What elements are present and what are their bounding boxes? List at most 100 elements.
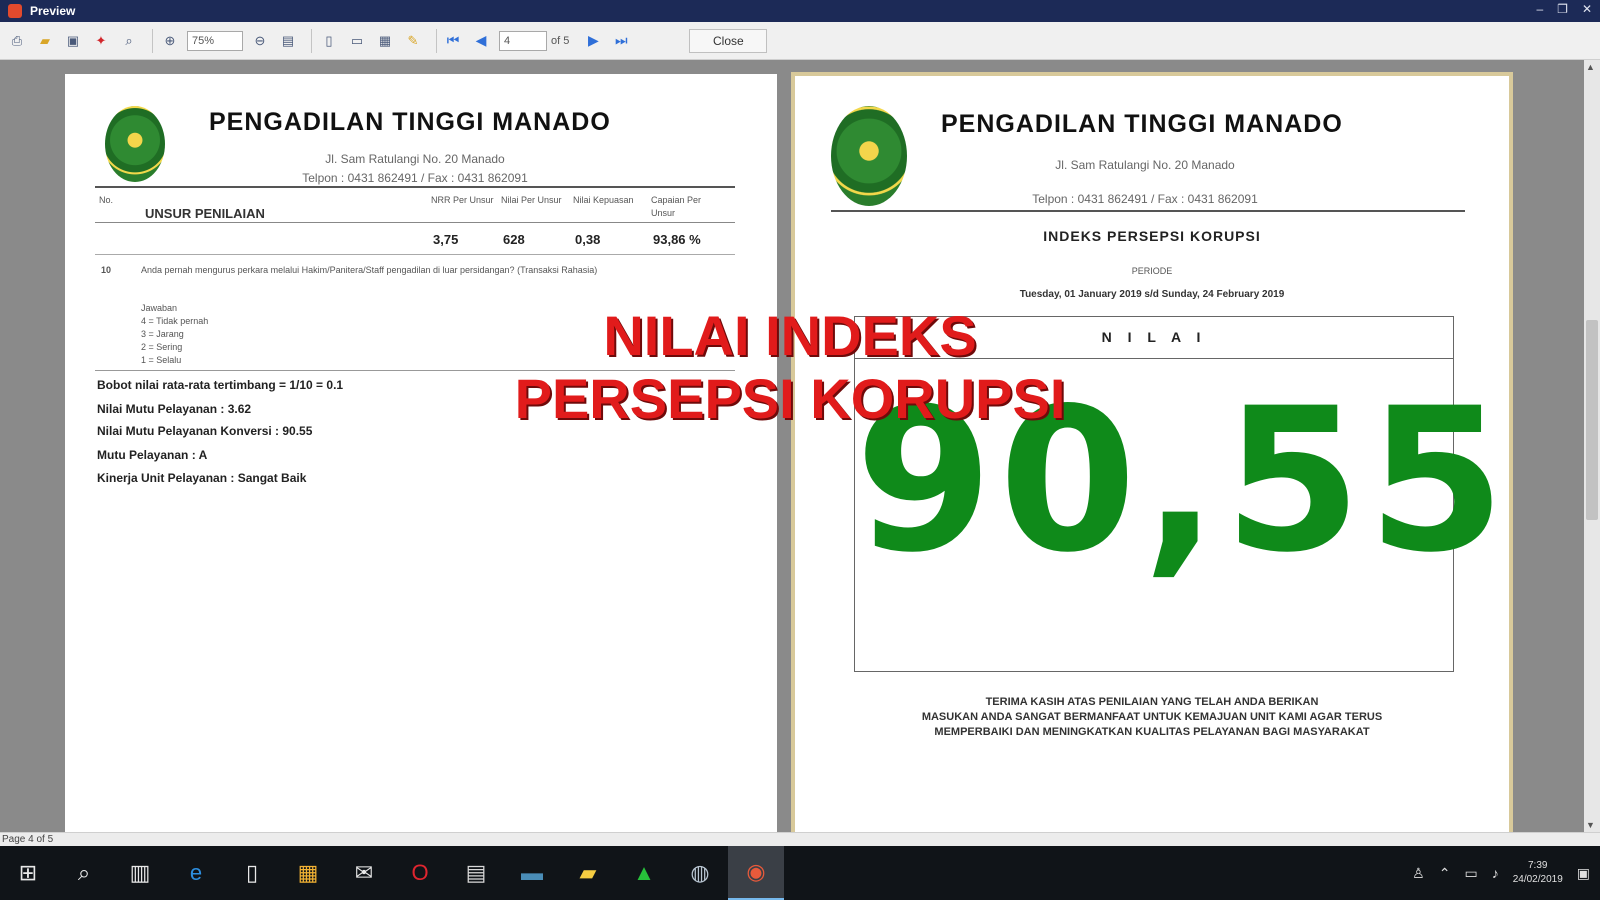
answer-item: 2 = Sering bbox=[141, 342, 183, 352]
task-view-icon[interactable]: ▥ bbox=[112, 846, 168, 900]
store-icon[interactable]: ▦ bbox=[280, 846, 336, 900]
clock-time: 7:39 bbox=[1528, 860, 1548, 871]
phone-text: Telpon : 0431 862491 / Fax : 0431 862091 bbox=[302, 171, 528, 185]
indeks-title: INDEKS PERSEPSI KORUPSI bbox=[1043, 228, 1261, 244]
page-count-label: of 5 bbox=[551, 34, 570, 47]
col-capaian-header: Capaian Per Unsur bbox=[651, 195, 702, 218]
col-no-header: No. bbox=[99, 195, 114, 205]
file-explorer-icon[interactable]: ▰ bbox=[560, 846, 616, 900]
toolbar-divider bbox=[311, 28, 312, 53]
network-icon[interactable]: ▭ bbox=[1464, 865, 1477, 882]
volume-icon[interactable]: ♪ bbox=[1492, 865, 1499, 881]
zoom-value: 75% bbox=[192, 34, 215, 47]
window-titlebar: Preview – ❐ ✕ bbox=[0, 0, 1600, 22]
close-window-icon[interactable]: ✕ bbox=[1582, 2, 1592, 16]
thanks-line: TERIMA KASIH ATAS PENILAIAN YANG TELAH A… bbox=[985, 696, 1319, 708]
zoom-select[interactable]: 75% bbox=[187, 30, 243, 51]
mail-icon[interactable]: ✉ bbox=[336, 846, 392, 900]
answer-item: 4 = Tidak pernah bbox=[141, 316, 209, 326]
summary-line: Bobot nilai rata-rata tertimbang = 1/10 … bbox=[97, 378, 344, 392]
prev-page-icon[interactable]: ◀ bbox=[471, 32, 491, 49]
page-title: PENGADILAN TINGGI MANADO bbox=[209, 108, 611, 136]
scroll-up-icon[interactable]: ▲ bbox=[1586, 62, 1595, 72]
kepuasan-value: 0,38 bbox=[575, 232, 601, 247]
opera-browser-icon[interactable]: O bbox=[392, 846, 448, 900]
col-unsur-header: UNSUR PENILAIAN bbox=[145, 206, 265, 221]
page-status-text: Page 4 of 5 bbox=[2, 834, 54, 845]
col-kepuasan-header: Nilai Kepuasan bbox=[573, 195, 634, 205]
notification-icon[interactable]: ▣ bbox=[1577, 865, 1590, 882]
calendar-app-icon[interactable]: ▤ bbox=[448, 846, 504, 900]
page-setup-icon[interactable]: ▦ bbox=[374, 30, 396, 52]
header-divider bbox=[831, 210, 1465, 212]
scrollbar-thumb[interactable] bbox=[1586, 320, 1598, 520]
periode-range: Tuesday, 01 January 2019 s/d Sunday, 24 … bbox=[1019, 289, 1285, 300]
search-icon[interactable]: ⌕ bbox=[56, 846, 112, 900]
terminal-app-icon[interactable]: ▬ bbox=[504, 846, 560, 900]
overlay-caption-line1: NILAI INDEKS bbox=[603, 304, 977, 367]
summary-line: Mutu Pelayanan : A bbox=[97, 448, 208, 462]
export-pdf-icon[interactable]: ✦ bbox=[90, 30, 112, 52]
header-divider bbox=[95, 186, 735, 188]
vertical-scrollbar[interactable]: ▲ ▼ bbox=[1584, 60, 1600, 832]
system-tray: ♙ ⌃ ▭ ♪ 7:39 24/02/2019 ▣ bbox=[1412, 846, 1590, 900]
address-text: Jl. Sam Ratulangi No. 20 Manado bbox=[325, 152, 505, 166]
open-folder-icon[interactable]: ▰ bbox=[34, 30, 56, 52]
first-page-icon[interactable]: ⏮ bbox=[443, 32, 463, 49]
court-seal-logo bbox=[105, 106, 165, 182]
summary-line: Nilai Mutu Pelayanan : 3.62 bbox=[97, 402, 252, 416]
last-page-icon[interactable]: ⏭ bbox=[611, 32, 631, 49]
summary-line: Kinerja Unit Pelayanan : Sangat Baik bbox=[97, 471, 307, 485]
windows-taskbar: ⊞ ⌕ ▥ e ▯ ▦ ✉ O ▤ ▬ ▰ ▲ ◍ ◉ ♙ ⌃ ▭ ♪ 7:39… bbox=[0, 846, 1600, 900]
page-number-input[interactable] bbox=[499, 30, 547, 51]
multi-page-icon[interactable]: ▭ bbox=[346, 30, 368, 52]
save-icon[interactable]: ▣ bbox=[62, 30, 84, 52]
network-app-icon[interactable]: ◍ bbox=[672, 846, 728, 900]
file-icon[interactable]: ▯ bbox=[224, 846, 280, 900]
preview-toolbar: ⎙ ▰ ▣ ✦ ⌕ ⊕ 75% ⊖ ▤ ▯ ▭ ▦ ✎ ⏮ ◀ of 5 ▶ ⏭… bbox=[0, 22, 1600, 60]
window-controls: – ❐ ✕ bbox=[1536, 2, 1592, 16]
clock-date: 24/02/2019 bbox=[1512, 874, 1563, 885]
answer-list: Jawaban 4 = Tidak pernah 3 = Jarang 2 = … bbox=[141, 302, 208, 367]
answer-item: 1 = Selalu bbox=[141, 355, 182, 365]
restore-icon[interactable]: ❐ bbox=[1557, 2, 1568, 16]
green-triangle-app-icon[interactable]: ▲ bbox=[616, 846, 672, 900]
edge-browser-icon[interactable]: e bbox=[168, 846, 224, 900]
nrr-value: 3,75 bbox=[433, 232, 459, 247]
item-number: 10 bbox=[101, 265, 112, 275]
report-page-right: PENGADILAN TINGGI MANADO Jl. Sam Ratulan… bbox=[791, 72, 1513, 832]
periode-label: PERIODE bbox=[1131, 266, 1173, 276]
zoom-in-icon[interactable]: ⊕ bbox=[159, 30, 181, 52]
app-icon bbox=[8, 4, 22, 18]
answer-item: 3 = Jarang bbox=[141, 329, 184, 339]
toolbar-divider bbox=[152, 28, 153, 53]
window-title: Preview bbox=[30, 4, 76, 18]
table-row-divider bbox=[95, 254, 735, 255]
windows-start-icon[interactable]: ⊞ bbox=[0, 846, 56, 900]
court-seal-logo bbox=[831, 106, 907, 206]
address-text: Jl. Sam Ratulangi No. 20 Manado bbox=[1055, 158, 1235, 172]
col-nrr-header: NRR Per Unsur bbox=[431, 195, 494, 205]
taskbar-clock[interactable]: 7:39 24/02/2019 bbox=[1513, 859, 1563, 887]
zoom-out-icon[interactable]: ⊖ bbox=[249, 30, 271, 52]
page-width-icon[interactable]: ▤ bbox=[277, 30, 299, 52]
report-page-left: PENGADILAN TINGGI MANADO Jl. Sam Ratulan… bbox=[65, 74, 777, 832]
single-page-icon[interactable]: ▯ bbox=[318, 30, 340, 52]
overlay-caption-line2: PERSEPSI KORUPSI bbox=[514, 367, 1066, 430]
print-icon[interactable]: ⎙ bbox=[6, 30, 28, 52]
table-header-divider bbox=[95, 222, 735, 223]
status-bar: Page 4 of 5 bbox=[0, 832, 1600, 846]
people-icon[interactable]: ♙ bbox=[1412, 865, 1425, 882]
chevron-up-icon[interactable]: ⌃ bbox=[1439, 865, 1451, 882]
answer-item: Jawaban bbox=[141, 303, 178, 313]
toolbar-divider bbox=[436, 28, 437, 53]
close-button[interactable]: Close bbox=[689, 28, 768, 53]
find-icon[interactable]: ⌕ bbox=[118, 30, 140, 52]
edit-page-icon[interactable]: ✎ bbox=[402, 30, 424, 52]
scroll-down-icon[interactable]: ▼ bbox=[1586, 820, 1595, 830]
capaian-value: 93,86 % bbox=[653, 232, 701, 247]
minimize-icon[interactable]: – bbox=[1536, 2, 1543, 16]
nilai-value: 628 bbox=[503, 232, 525, 247]
next-page-icon[interactable]: ▶ bbox=[583, 32, 603, 49]
preview-app-taskbar-icon[interactable]: ◉ bbox=[728, 846, 784, 900]
